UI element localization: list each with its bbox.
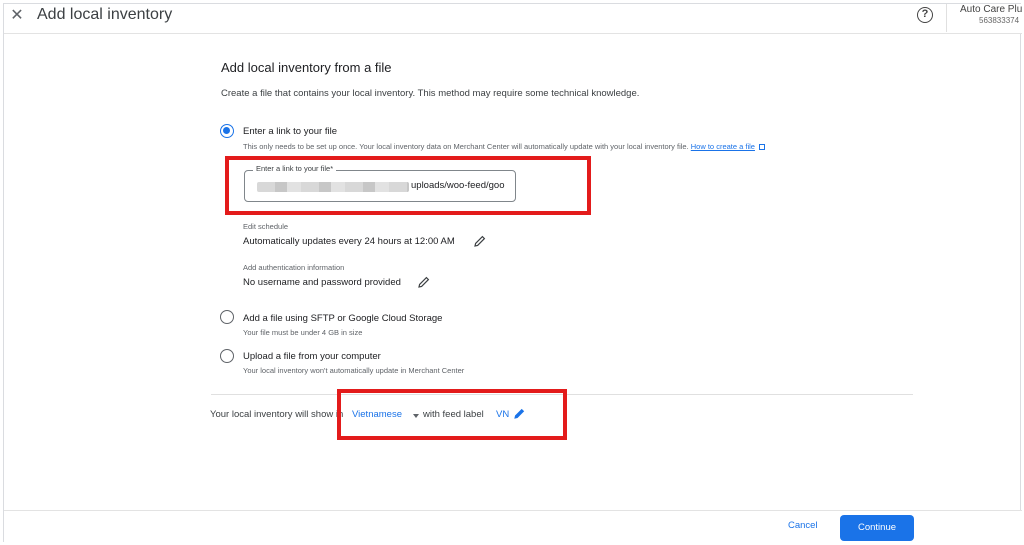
option-sub-enter-link: This only needs to be set up once. Your … bbox=[243, 142, 765, 151]
radio-enter-link[interactable] bbox=[220, 124, 234, 138]
cancel-button[interactable]: Cancel bbox=[788, 520, 818, 531]
section-description: Create a file that contains your local i… bbox=[221, 88, 640, 99]
edit-auth-pencil-icon[interactable] bbox=[418, 276, 430, 288]
section-heading: Add local inventory from a file bbox=[221, 60, 392, 75]
option-sub-upload: Your local inventory won't automatically… bbox=[243, 366, 465, 375]
option-label-sftp: Add a file using SFTP or Google Cloud St… bbox=[243, 313, 443, 324]
dialog-frame: ✕ Add local inventory ? Auto Care Plu 56… bbox=[3, 3, 1022, 543]
edit-schedule-pencil-icon[interactable] bbox=[474, 235, 486, 247]
option-sub-text: This only needs to be set up once. Your … bbox=[243, 142, 689, 151]
redacted-url-part bbox=[257, 182, 409, 192]
radio-sftp[interactable] bbox=[220, 310, 234, 324]
account-name: Auto Care Plu bbox=[960, 4, 1023, 15]
how-to-create-file-link[interactable]: How to create a file bbox=[691, 142, 755, 151]
option-label-enter-link: Enter a link to your file bbox=[243, 126, 337, 137]
page-title: Add local inventory bbox=[37, 6, 173, 23]
option-label-upload: Upload a file from your computer bbox=[243, 351, 381, 362]
auth-value: No username and password provided bbox=[243, 277, 401, 288]
highlight-box-language bbox=[337, 389, 567, 440]
file-link-input-label: Enter a link to your file* bbox=[253, 164, 337, 173]
continue-button[interactable]: Continue bbox=[840, 515, 914, 541]
file-link-value: uploads/woo-feed/goo bbox=[411, 180, 505, 191]
inventory-prefix: Your local inventory will show in bbox=[210, 409, 344, 420]
schedule-value: Automatically updates every 24 hours at … bbox=[243, 236, 455, 247]
external-link-icon bbox=[758, 144, 765, 151]
close-icon[interactable]: ✕ bbox=[9, 7, 25, 25]
top-bar: ✕ Add local inventory ? Auto Care Plu 56… bbox=[4, 4, 1022, 34]
file-link-input[interactable]: Enter a link to your file* uploads/woo-f… bbox=[244, 164, 516, 202]
radio-upload[interactable] bbox=[220, 349, 234, 363]
help-icon[interactable]: ? bbox=[917, 7, 933, 23]
account-id: 563833374 bbox=[979, 16, 1020, 25]
schedule-label: Edit schedule bbox=[243, 222, 289, 231]
auth-label: Add authentication information bbox=[243, 263, 345, 272]
option-sub-sftp: Your file must be under 4 GB in size bbox=[243, 328, 363, 337]
divider bbox=[946, 4, 947, 32]
